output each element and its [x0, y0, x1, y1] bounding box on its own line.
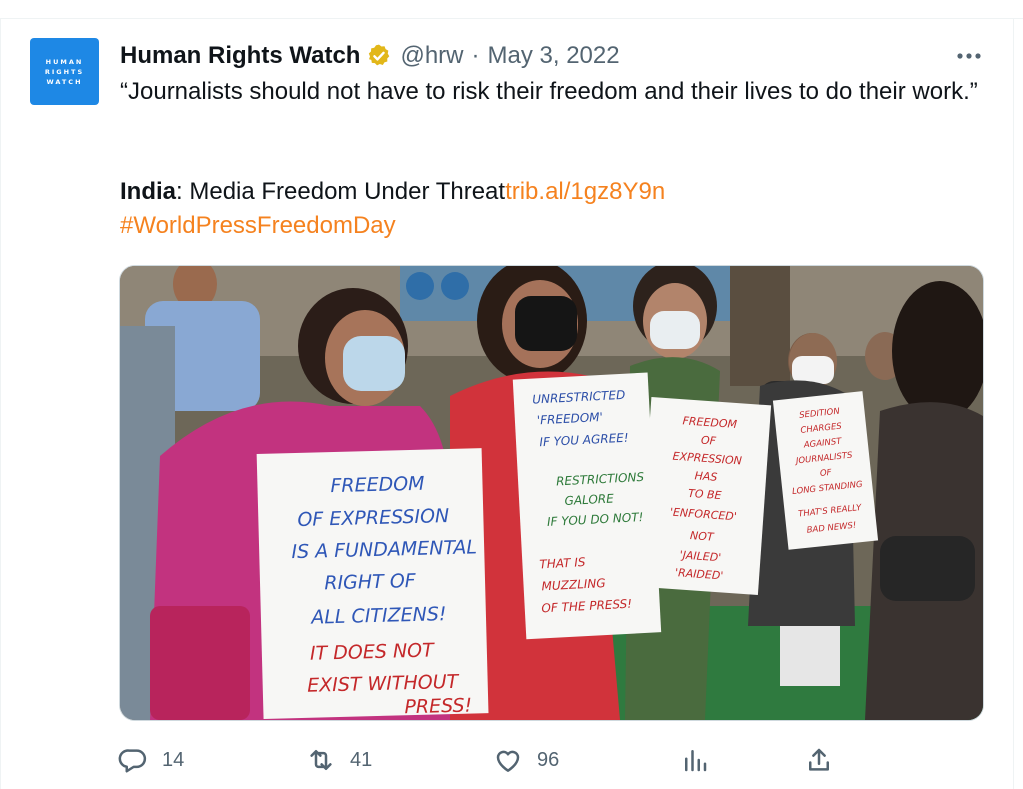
sign-cr-line-7: NOT: [690, 529, 716, 544]
sign-left-line-5: ALL CITIZENS!: [309, 603, 447, 629]
sign-left-line-8: PRESS!: [404, 695, 472, 719]
retweet-button[interactable]: 41: [306, 738, 372, 782]
reply-count: 14: [162, 748, 185, 771]
avatar-line-3: WATCH: [46, 77, 83, 86]
sign-middle: UNRESTRICTED 'FREEDOM' IF YOU AGREE! RES…: [512, 372, 662, 640]
reply-icon: [118, 749, 147, 773]
hashtag-line: #WorldPressFreedomDay: [120, 210, 990, 242]
ellipsis-icon: [957, 53, 981, 59]
banner-disc-1: [406, 272, 434, 300]
tweet-header: Human Rights Watch @hrw · May 3, 2022: [120, 40, 620, 72]
verified-badge-icon: [366, 43, 392, 69]
sign-left-line-2: OF EXPRESSION: [297, 505, 449, 531]
woman2-mask: [515, 296, 577, 351]
sign-left-line-6: IT DOES NOT: [310, 639, 436, 664]
tweet-card: HUMAN RIGHTS WATCH Human Rights Watch @h…: [0, 0, 1023, 789]
author-name[interactable]: Human Rights Watch: [120, 42, 360, 70]
banner-disc-2: [441, 272, 469, 300]
top-divider: [0, 0, 1023, 19]
heart-icon: [496, 750, 520, 772]
woman1-bag: [150, 606, 250, 720]
like-button[interactable]: 96: [493, 738, 559, 782]
tree-trunk: [730, 266, 790, 386]
sign-right: SEDITION CHARGES AGAINST JOURNALISTS OF …: [772, 391, 879, 550]
share-icon: [809, 748, 829, 771]
retweet-count: 41: [350, 748, 373, 771]
hashtag-link[interactable]: #WorldPressFreedomDay: [120, 212, 396, 239]
woman1-mask: [343, 336, 405, 391]
left-border: [0, 18, 1, 789]
sign-cr-line-4: HAS: [694, 469, 718, 484]
tweet-headline-line: India: Media Freedom Under Threattrib.al…: [120, 176, 990, 208]
share-button[interactable]: [804, 738, 834, 782]
author-handle[interactable]: @hrw: [400, 42, 463, 70]
sign-left-line-1: FREEDOM: [330, 473, 425, 497]
sign-left-line-7: EXIST WITHOUT: [307, 671, 460, 697]
sign-cr-line-2: OF: [701, 434, 718, 448]
avatar-line-1: HUMAN: [45, 57, 84, 66]
avatar-line-2: RIGHTS: [44, 67, 85, 76]
tweet-quote: “Journalists should not have to risk the…: [120, 78, 978, 105]
views-button[interactable]: [680, 738, 710, 782]
right-border: [1013, 18, 1014, 789]
sign-left: FREEDOM OF EXPRESSION IS A FUNDAMENTAL R…: [256, 448, 489, 719]
woman3-mask: [650, 311, 700, 349]
meta-separator: ·: [471, 42, 480, 69]
protest-photo: FREEDOM OF EXPRESSION IS A FUNDAMENTAL R…: [120, 266, 983, 720]
sign-right-line-5: OF: [820, 468, 833, 479]
sign-middle-line-7: THAT IS: [539, 555, 586, 571]
action-bar: 14 41 96: [0, 738, 1023, 782]
tweet-photo[interactable]: FREEDOM OF EXPRESSION IS A FUNDAMENTAL R…: [119, 265, 984, 721]
avatar[interactable]: HUMAN RIGHTS WATCH: [30, 38, 99, 105]
country-label: India: [120, 178, 177, 205]
sign-cr-line-5: TO BE: [688, 487, 722, 502]
sign-left-line-4: RIGHT OF: [324, 570, 417, 594]
woman4-mask: [792, 356, 834, 384]
like-count: 96: [537, 748, 560, 771]
article-link[interactable]: trib.al/1gz8Y9n: [505, 178, 665, 205]
tweet-date[interactable]: May 3, 2022: [488, 42, 620, 70]
sign-middle-line-5: GALORE: [564, 491, 614, 508]
headline-text: : Media Freedom Under Threat: [176, 178, 506, 205]
reply-button[interactable]: 14: [118, 738, 184, 782]
sign-center-right: FREEDOM OF EXPRESSION HAS TO BE 'ENFORCE…: [638, 397, 772, 595]
more-options-button[interactable]: [952, 46, 986, 66]
woman5-bag: [880, 536, 975, 601]
retweet-icon: [310, 750, 332, 770]
analytics-icon: [685, 750, 707, 772]
